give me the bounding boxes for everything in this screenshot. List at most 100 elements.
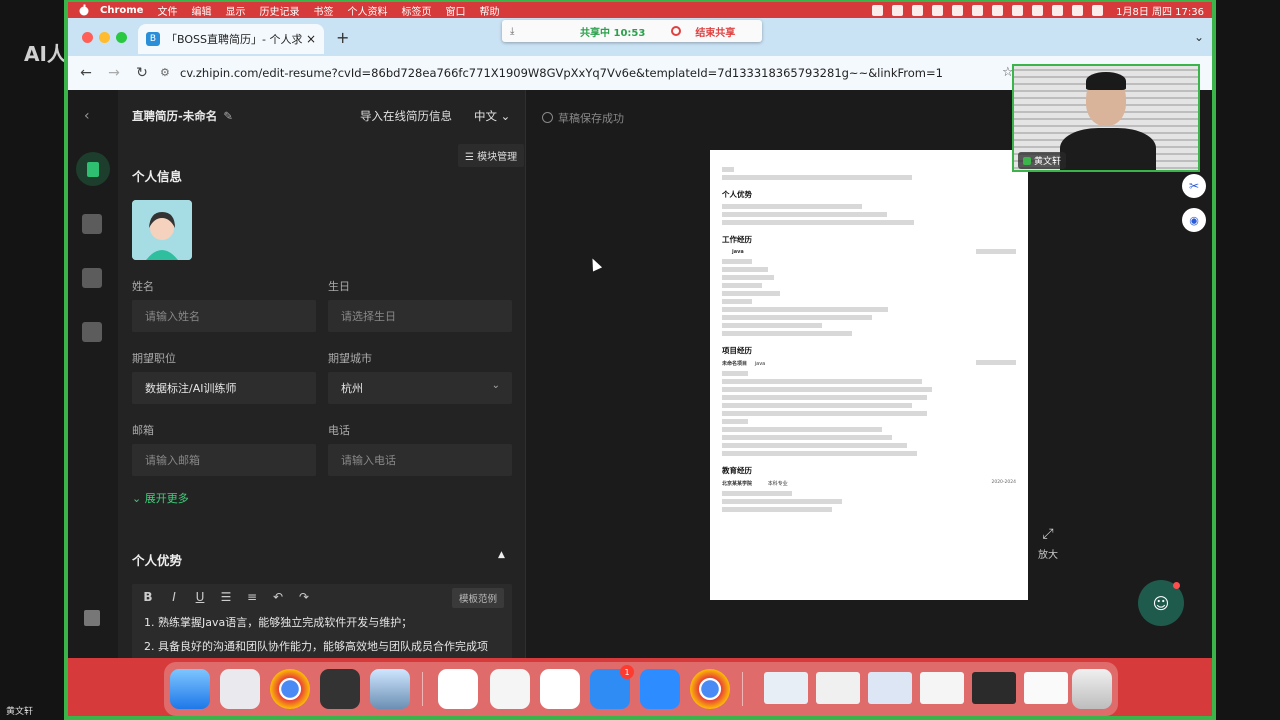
collapse-triangle-icon[interactable]: ▲ [498,550,505,560]
menu-profile[interactable]: 个人资料 [347,3,387,18]
text-style-tab-icon[interactable] [82,268,102,288]
site-info-icon[interactable]: ⚙ [160,66,174,80]
url-field[interactable]: ⚙ cv.zhipin.com/edit-resume?cvId=86bd728… [160,66,943,80]
reload-icon[interactable]: ↻ [128,65,156,81]
menu-edit[interactable]: 编辑 [191,3,211,18]
resume-line [722,220,914,225]
menu-clock[interactable]: 1月8日 周四 17:36 [1116,3,1204,18]
apple-icon[interactable] [78,4,90,16]
email-input[interactable]: 请输入邮箱 [132,444,316,476]
menu-history[interactable]: 历史记录 [259,3,299,18]
city-select[interactable]: 杭州 ⌄ [328,372,512,404]
enlarge-button[interactable]: ⤢ 放大 [1038,526,1058,561]
check-circle-icon [542,112,553,123]
menu-file[interactable]: 文件 [157,3,177,18]
chrome-alt-icon[interactable] [690,669,730,709]
redo-icon[interactable]: ↷ [298,590,310,604]
chat-icon[interactable] [892,4,904,16]
active-tab[interactable]: B 「BOSS直聘简历」- 个人求职 × [138,24,324,54]
finder-icon[interactable] [170,669,210,709]
tab-close-icon[interactable]: × [306,32,316,46]
bullet-list-icon[interactable]: ☰ [220,590,232,604]
template-example-button[interactable]: 模板范例 [451,588,504,608]
ai-assistant-button[interactable]: ☺ [1138,580,1184,626]
italic-icon[interactable]: I [168,590,180,604]
record-icon[interactable] [872,4,884,16]
menu-bookmarks[interactable]: 书签 [313,3,333,18]
advantage-line[interactable]: 1. 熟练掌握Java语言，能够独立完成软件开发与维护； [144,614,412,630]
menu-tabs[interactable]: 标签页 [401,3,431,18]
compass-icon[interactable] [972,4,984,16]
maximize-window-icon[interactable] [116,32,127,43]
assistant-icon[interactable]: ◉ [1182,208,1206,232]
expand-arrows-icon: ⤢ [1042,526,1054,542]
back-chevron-icon[interactable]: ‹ [84,108,90,124]
menu-app-name[interactable]: Chrome [100,5,143,16]
forward-icon[interactable]: → [100,65,128,81]
sublime-icon[interactable] [320,669,360,709]
menu-window[interactable]: 窗口 [445,3,465,18]
back-icon[interactable]: ← [72,65,100,81]
analysis-tab-icon[interactable] [82,322,102,342]
menu-view[interactable]: 显示 [225,3,245,18]
name-input[interactable]: 请输入姓名 [132,300,316,332]
minimized-window-thumb[interactable] [920,672,964,704]
search-icon[interactable] [1072,4,1084,16]
preview-panel: 草稿保存成功 个人优势 工作经历 java 项目经历 未命名项目 java 教育… [526,90,1212,658]
minimized-window-thumb[interactable] [972,672,1016,704]
minimized-window-thumb[interactable] [764,672,808,704]
baidu-netdisk-icon[interactable] [438,669,478,709]
close-window-icon[interactable] [82,32,93,43]
module-manage-button[interactable]: ☰ 模块管理 [458,144,525,167]
minimize-window-icon[interactable] [99,32,110,43]
resume-project-title: 未命名项目 [722,361,748,367]
download-resume-icon[interactable] [84,610,100,626]
minimized-window-thumb[interactable] [1024,672,1068,704]
expand-more-link[interactable]: ⌄ 展开更多 [132,490,189,506]
zoom-icon[interactable] [640,669,680,709]
download-icon[interactable]: ⤓ [510,26,522,37]
textedit-icon[interactable] [490,669,530,709]
tab-search-icon[interactable]: ⌄ [1194,30,1204,44]
import-online-resume-button[interactable]: 导入在线简历信息 [360,108,452,124]
minimized-window-thumb[interactable] [868,672,912,704]
phone-input[interactable]: 请输入电话 [328,444,512,476]
battery-icon[interactable] [1032,4,1044,16]
ordered-list-icon[interactable]: ≡ [246,590,258,604]
wps-icon[interactable] [932,4,944,16]
wps-office-icon[interactable] [540,669,580,709]
end-share-button[interactable]: 结束共享 [695,24,735,39]
baidu-icon[interactable] [952,4,964,16]
resume-title[interactable]: 直聘简历-未命名 ✎ [132,108,233,124]
menu-help[interactable]: 帮助 [479,3,499,18]
scissors-icon[interactable]: ✂ [1182,174,1206,198]
language-select[interactable]: 中文 ⌄ [474,108,510,124]
video-icon[interactable] [912,4,924,16]
input-method-icon[interactable] [1012,4,1024,16]
content-tab-icon[interactable] [76,152,110,186]
resume-section-education: 教育经历 [722,466,752,475]
resume-line [976,360,1016,365]
avatar[interactable] [132,200,192,260]
minimized-window-thumb[interactable] [816,672,860,704]
birthday-picker[interactable]: 请选择生日 [328,300,512,332]
play-icon[interactable] [992,4,1004,16]
advantage-rich-text-editor[interactable]: B I U ☰ ≡ ↶ ↷ 模板范例 1. 熟练掌握Java语言，能够独立完成软… [132,584,512,664]
resume-work-role: java [732,249,744,255]
control-center-icon[interactable] [1092,4,1104,16]
preview-app-icon[interactable] [370,669,410,709]
advantage-line[interactable]: 2. 具备良好的沟通和团队协作能力，能够高效地与团队成员合作完成项 [144,638,488,654]
new-tab-button[interactable]: + [336,28,349,47]
chrome-icon[interactable] [270,669,310,709]
notification-dot [1173,582,1180,589]
template-tab-icon[interactable] [82,214,102,234]
edit-pencil-icon[interactable]: ✎ [223,109,233,123]
bold-icon[interactable]: B [142,590,154,604]
underline-icon[interactable]: U [194,590,206,604]
resume-preview-page[interactable]: 个人优势 工作经历 java 项目经历 未命名项目 java 教育经历 北京某某… [710,150,1028,600]
undo-icon[interactable]: ↶ [272,590,284,604]
trash-icon[interactable] [1072,669,1112,709]
wifi-icon[interactable] [1052,4,1064,16]
launchpad-icon[interactable] [220,669,260,709]
position-input[interactable]: 数据标注/AI训练师 [132,372,316,404]
